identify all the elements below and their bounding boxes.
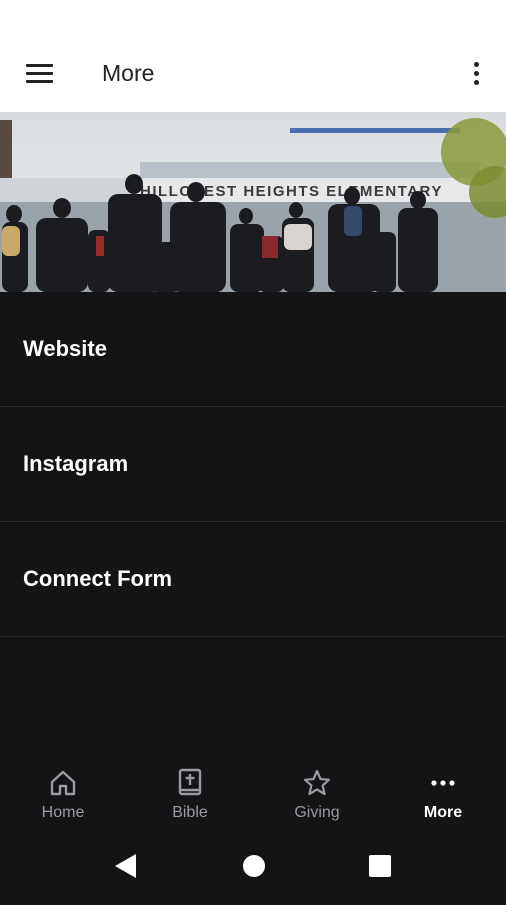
back-icon[interactable] (115, 854, 136, 878)
hero-photo: HILLCREST HEIGHTS ELEMENTARY (0, 112, 506, 292)
more-horiz-icon (431, 780, 455, 786)
bottom-navigation: Home Bible Giving More (0, 760, 506, 832)
nav-item-home[interactable]: Home (0, 760, 126, 832)
nav-label-more: More (423, 804, 463, 821)
list-item-label: Connect Form (23, 566, 173, 591)
list-item-instagram[interactable]: Instagram (0, 407, 506, 522)
overflow-menu-button[interactable] (456, 52, 496, 96)
school-sign-text: HILLCREST HEIGHTS ELEMENTARY (140, 183, 443, 200)
more-list: Website Instagram Connect Form (0, 292, 506, 637)
home-icon (50, 770, 76, 796)
nav-label-bible: Bible (172, 804, 208, 821)
list-item-label: Website (23, 336, 107, 361)
hamburger-menu-icon (26, 64, 53, 67)
nav-label-home: Home (41, 804, 85, 821)
recents-icon[interactable] (369, 855, 391, 877)
list-item-website[interactable]: Website (0, 292, 506, 407)
menu-button[interactable] (14, 52, 62, 96)
hero-image: HILLCREST HEIGHTS ELEMENTARY (0, 112, 506, 292)
home-circle-icon[interactable] (243, 855, 265, 877)
nav-item-giving[interactable]: Giving (254, 760, 380, 832)
nav-item-bible[interactable]: Bible (127, 760, 253, 832)
nav-label-giving: Giving (294, 804, 340, 821)
more-vert-icon (474, 62, 479, 67)
system-navigation-bar (0, 832, 506, 900)
bible-icon (178, 768, 202, 796)
nav-item-more[interactable]: More (380, 760, 506, 832)
list-item-label: Instagram (23, 451, 129, 476)
app-bar: More (0, 36, 506, 112)
list-item-connect-form[interactable]: Connect Form (0, 522, 506, 637)
status-bar (0, 0, 506, 36)
page-title: More (102, 60, 155, 86)
star-icon (303, 769, 331, 796)
